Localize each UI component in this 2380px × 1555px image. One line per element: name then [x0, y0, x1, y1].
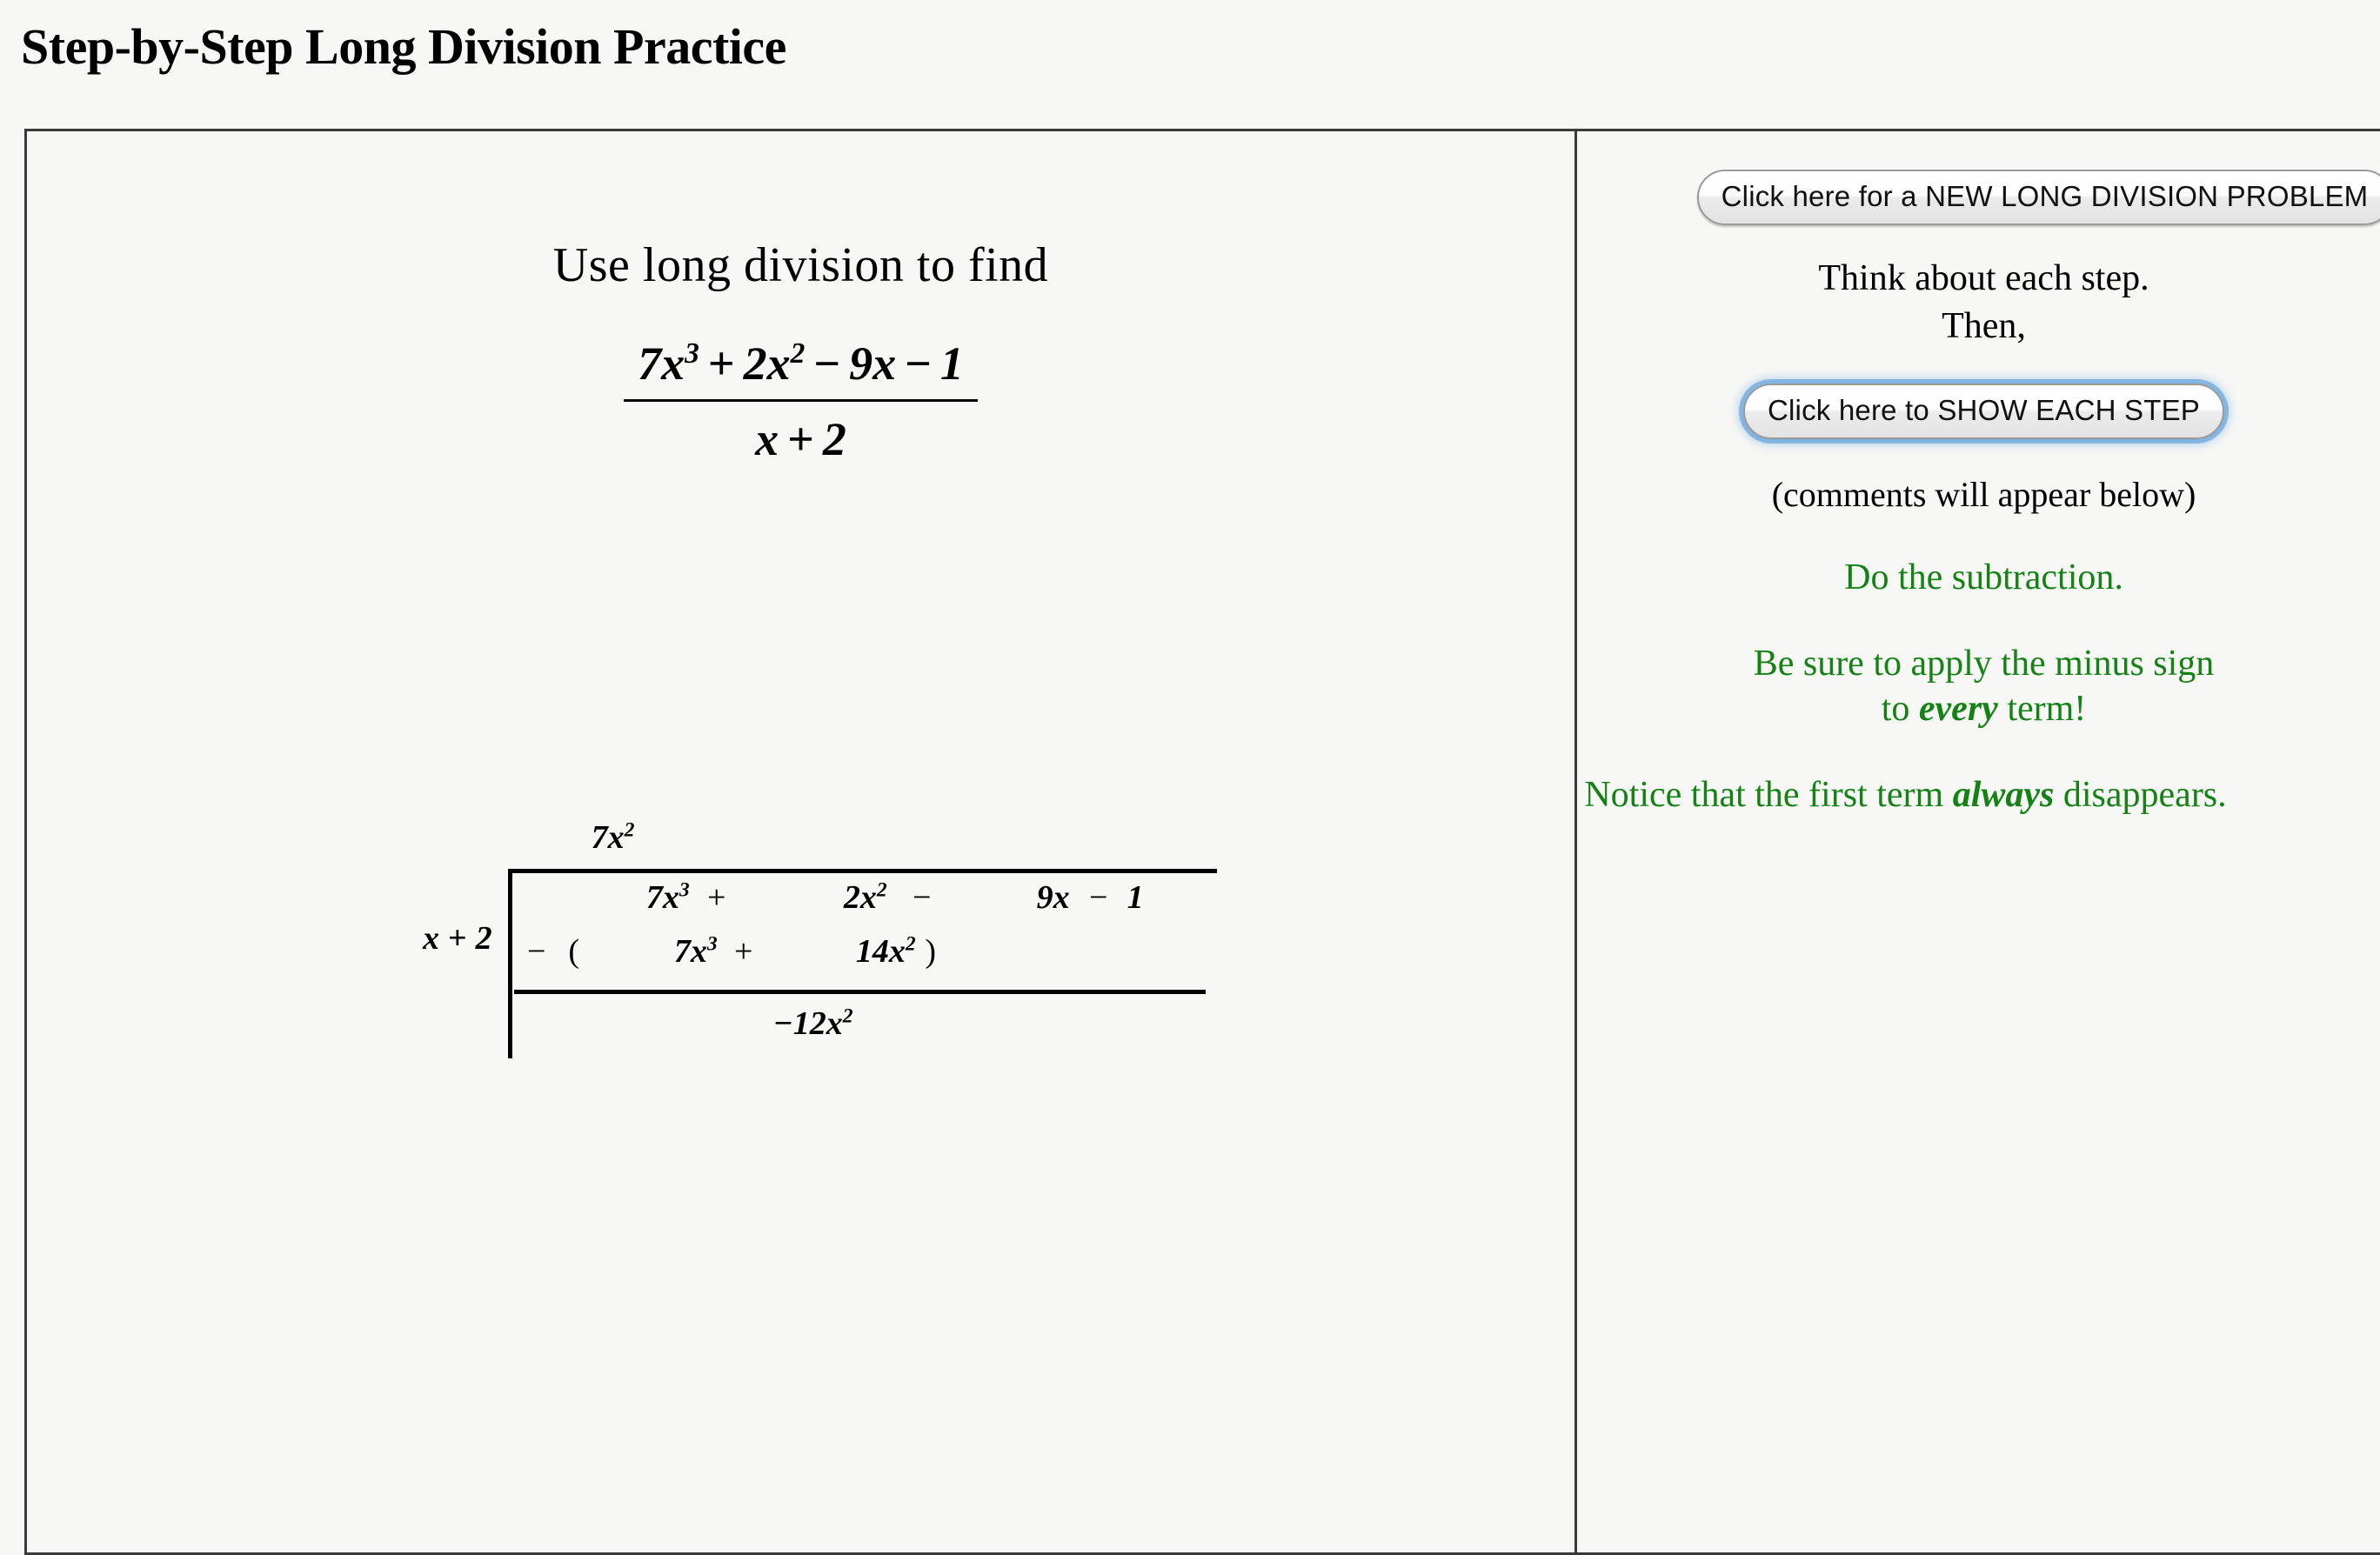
long-division-work: x +2 7x2 7x3 + 2x2 − 9x − 1 − (7x3 + 14…: [423, 818, 1217, 1058]
problem-prompt: Use long division to find: [552, 238, 1049, 292]
comment-first-term: Notice that the first term always disapp…: [1577, 772, 2380, 818]
division-result: −12x2: [512, 994, 1217, 1058]
result-sign: −: [772, 1005, 793, 1042]
dividend-t2-var: x: [859, 879, 877, 916]
division-body: 7x2 7x3 + 2x2 − 9x − 1 − (7x3 + 14x2) …: [507, 818, 1217, 1058]
comment-line2-emphasis: every: [1918, 689, 1998, 730]
numer-op1: +: [707, 337, 735, 390]
division-subtract-line: − ( 7x3 + 14x2 ): [512, 932, 1217, 984]
page-title: Step-by-Step Long Division Practice: [21, 18, 786, 75]
dividend-t2-coef: 2: [843, 879, 860, 916]
comment-do-the-subtraction: Do the subtraction.: [1844, 557, 2123, 598]
instruction-line-2: Then,: [1942, 306, 2026, 347]
comment-first-term-emphasis: always: [1952, 774, 2055, 815]
numer-t1-var: x: [661, 337, 685, 390]
show-each-step-button[interactable]: Click here to SHOW EACH STEP: [1742, 384, 2225, 440]
show-step-button-row: Click here to SHOW EACH STEP: [1577, 384, 2380, 440]
divisor-num: 2: [475, 920, 492, 957]
new-problem-button-row: Click here for a NEW LONG DIVISION PROBL…: [1577, 170, 2380, 225]
dividend-t3-var: x: [1053, 879, 1070, 916]
dividend-op3: −: [1088, 879, 1108, 916]
subtract-paren-open: (: [568, 933, 579, 970]
subtract-op: +: [733, 933, 753, 970]
numer-t2-var: x: [766, 337, 791, 390]
new-problem-button[interactable]: Click here for a NEW LONG DIVISION PROBL…: [1696, 170, 2380, 225]
dividend-t2-exp: 2: [876, 878, 887, 902]
quotient-exp: 2: [624, 818, 635, 842]
dividend-t4: 1: [1126, 879, 1144, 916]
division-quotient: 7x2: [508, 818, 1217, 869]
instruction-line-1: Think about each step.: [1818, 258, 2149, 298]
right-panel: Click here for a NEW LONG DIVISION PROBL…: [1577, 131, 2380, 1552]
comment-minus-sign-line2: to every term!: [1577, 686, 2380, 732]
numer-t1-exp: 3: [685, 337, 699, 370]
denom-var: x: [755, 413, 779, 465]
left-panel: Use long division to find 7x3 +2x2−9x −1 x…: [27, 131, 1577, 1552]
comments-note: (comments will appear below): [1771, 475, 2196, 515]
subtract-t2-var: x: [888, 933, 906, 970]
result-coef: 12: [792, 1005, 826, 1042]
subtract-t2-coef: 14: [855, 933, 889, 970]
dividend-op1: +: [706, 879, 726, 916]
divisor-var: x: [423, 920, 439, 957]
comment-minus-sign: Be sure to apply the minus sign to every…: [1577, 641, 2380, 732]
comment-minus-sign-line1: Be sure to apply the minus sign: [1753, 643, 2215, 684]
subtract-t1-exp: 3: [706, 932, 718, 956]
subtract-paren-close: ): [925, 933, 936, 970]
problem-fraction: 7x3 +2x2−9x −1 x +2: [27, 337, 1574, 466]
numer-t2-exp: 2: [790, 337, 806, 370]
quotient-coef: 7: [591, 819, 608, 856]
subtract-t2-exp: 2: [905, 932, 916, 956]
result-exp: 2: [842, 1004, 853, 1028]
denom-op: +: [787, 413, 814, 465]
comment-line2-post: term!: [1997, 689, 2087, 730]
dividend-t1-exp: 3: [679, 878, 690, 902]
numer-t3-coef: 9: [849, 337, 873, 390]
division-bracket: 7x3 + 2x2 − 9x − 1 − ( 7x3 + 14x2) −12x…: [507, 869, 1217, 1058]
comment-first-term-pre: Notice that the first term: [1584, 774, 1953, 815]
quotient-var: x: [607, 819, 625, 856]
division-dividend: 7x3 + 2x2 − 9x − 1: [512, 878, 1217, 932]
comment-line2-pre: to: [1881, 689, 1919, 730]
dividend-op2: −: [912, 879, 932, 916]
numer-op2: −: [813, 337, 841, 390]
subtract-minus: −: [526, 933, 546, 970]
subtract-t1-var: x: [690, 933, 707, 970]
numer-t2-coef: 2: [743, 337, 767, 390]
fraction-numerator: 7x3 +2x2−9x −1: [624, 337, 978, 402]
comment-first-term-line: Notice that the first term always disapp…: [1577, 772, 2312, 818]
dividend-t1-coef: 7: [645, 879, 663, 916]
denom-num: 2: [822, 413, 846, 465]
fraction-denominator: x +2: [624, 402, 978, 466]
numer-op3: −: [905, 337, 932, 390]
dividend-t1-var: x: [662, 879, 679, 916]
division-divisor: x +2: [423, 919, 508, 958]
numer-t1-coef: 7: [638, 337, 662, 390]
dividend-t3-coef: 9: [1036, 879, 1053, 916]
divisor-op: +: [448, 920, 467, 957]
numer-t4: 1: [939, 337, 964, 390]
numer-t3-var: x: [872, 337, 897, 390]
subtract-t1-coef: 7: [673, 933, 691, 970]
comment-first-term-post: disappears.: [2054, 774, 2227, 815]
result-var: x: [826, 1005, 843, 1042]
panels-frame: Use long division to find 7x3 +2x2−9x −1 x…: [24, 129, 2380, 1555]
